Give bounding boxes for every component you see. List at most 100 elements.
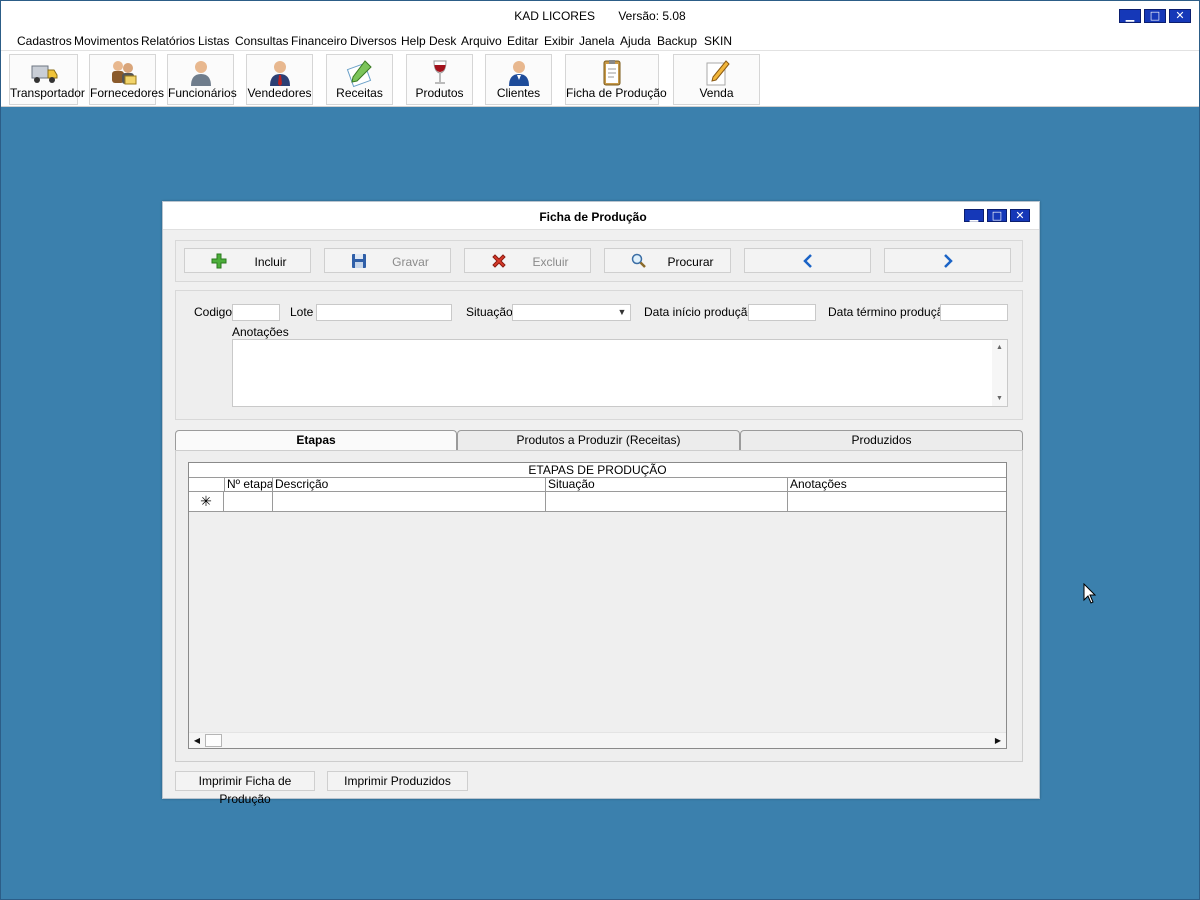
lote-label: Lote [290, 305, 314, 319]
incluir-label: Incluir [254, 255, 287, 269]
lote-field[interactable] [316, 304, 452, 321]
app-window-controls: ▁ □ ✕ [1119, 9, 1191, 23]
menu-diversos[interactable]: Diversos [350, 34, 397, 48]
menu-arquivo[interactable]: Arquivo [461, 34, 502, 48]
cell-anotacoes[interactable] [788, 492, 1006, 511]
column-header-descricao[interactable]: Descrição [273, 478, 546, 492]
data-termino-field[interactable] [940, 304, 1008, 321]
toolbar-funcionarios-button[interactable]: Funcionários [167, 54, 237, 105]
tab-produzidos[interactable]: Produzidos [740, 430, 1023, 450]
app-close-button[interactable]: ✕ [1169, 9, 1191, 23]
search-icon [631, 253, 646, 268]
previous-record-button[interactable] [744, 248, 871, 273]
column-header-situacao[interactable]: Situação [546, 478, 788, 492]
menu-help-desk[interactable]: Help Desk [401, 34, 456, 48]
app-version: Versão: 5.08 [618, 9, 686, 23]
excluir-button[interactable]: Excluir [464, 248, 591, 273]
scroll-up-icon[interactable]: ▲ [992, 344, 1007, 351]
plus-icon [211, 253, 227, 269]
grid-caption: ETAPAS DE PRODUÇÃO [189, 463, 1006, 478]
wine-glass-icon [432, 60, 447, 84]
etapas-tab-content: ETAPAS DE PRODUÇÃO Nº etapa Descrição Si… [175, 450, 1023, 762]
menu-exibir[interactable]: Exibir [544, 34, 574, 48]
codigo-field[interactable] [232, 304, 280, 321]
etapas-grid[interactable]: ETAPAS DE PRODUÇÃO Nº etapa Descrição Si… [188, 462, 1007, 749]
excluir-label: Excluir [532, 255, 569, 269]
print-produzidos-button[interactable]: Imprimir Produzidos [327, 771, 468, 791]
situacao-combo[interactable]: ▼ [512, 304, 631, 321]
menu-relatorios[interactable]: Relatórios [141, 34, 195, 48]
child-title-bar: Ficha de Produção ▁ □ ✕ [163, 202, 1039, 230]
menu-bar: Cadastros Movimentos Relatórios Listas C… [1, 31, 1199, 51]
tab-etapas[interactable]: Etapas [175, 430, 457, 451]
menu-janela[interactable]: Janela [579, 34, 614, 48]
toolbar-transportador-button[interactable]: Transportador [9, 54, 85, 105]
scroll-down-icon[interactable]: ▼ [992, 395, 1007, 402]
data-inicio-label: Data início produção [644, 305, 755, 319]
menu-cadastros[interactable]: Cadastros [17, 34, 72, 48]
chevron-down-icon[interactable]: ▼ [615, 306, 629, 319]
toolbar-venda-button[interactable]: Venda [673, 54, 760, 105]
child-close-button[interactable]: ✕ [1010, 209, 1030, 222]
toolbar-label: Vendedores [247, 86, 312, 100]
app-title-bar: KAD LICORES Versão: 5.08 ▁ □ ✕ [1, 1, 1199, 31]
cell-situacao[interactable] [546, 492, 788, 511]
delete-x-icon [492, 254, 506, 268]
incluir-button[interactable]: Incluir [184, 248, 311, 273]
menu-consultas[interactable]: Consultas [235, 34, 288, 48]
toolbar-label: Receitas [336, 86, 383, 100]
toolbar-label: Clientes [496, 86, 541, 100]
menu-movimentos[interactable]: Movimentos [74, 34, 139, 48]
action-panel: Incluir Gravar Excluir Procurar [175, 240, 1023, 282]
toolbar-label: Venda [699, 86, 734, 100]
cell-descricao[interactable] [273, 492, 546, 511]
menu-financeiro[interactable]: Financeiro [291, 34, 347, 48]
gravar-button[interactable]: Gravar [324, 248, 451, 273]
employee-icon [190, 61, 211, 86]
column-header-anotacoes[interactable]: Anotações [788, 478, 1006, 492]
suppliers-icon [111, 61, 136, 85]
anotacoes-scrollbar[interactable]: ▲ ▼ [992, 340, 1007, 406]
child-window-title: Ficha de Produção [539, 210, 647, 224]
menu-editar[interactable]: Editar [507, 34, 538, 48]
codigo-label: Codigo [194, 305, 233, 319]
toolbar-receitas-button[interactable]: Receitas [326, 54, 393, 105]
toolbar-vendedores-button[interactable]: Vendedores [246, 54, 313, 105]
chevron-left-icon [802, 254, 812, 268]
print-ficha-button[interactable]: Imprimir Ficha de Produção [175, 771, 315, 806]
app-maximize-button[interactable]: □ [1144, 9, 1166, 23]
seller-icon [269, 61, 290, 86]
toolbar-ficha-producao-button[interactable]: Ficha de Produção [565, 54, 667, 105]
child-minimize-button[interactable]: ▁ [964, 209, 984, 222]
anotacoes-textarea[interactable]: ▲ ▼ [232, 339, 1008, 407]
app-minimize-button[interactable]: ▁ [1119, 9, 1141, 23]
grid-new-row[interactable]: ✳ [189, 492, 1006, 512]
toolbar-produtos-button[interactable]: Produtos [406, 54, 473, 105]
procurar-button[interactable]: Procurar [604, 248, 731, 273]
toolbar-fornecedores-button[interactable]: Fornecedores [89, 54, 164, 105]
next-record-button[interactable] [884, 248, 1011, 273]
menu-ajuda[interactable]: Ajuda [620, 34, 651, 48]
scroll-right-icon[interactable]: ▶ [992, 735, 1004, 747]
gravar-label: Gravar [392, 255, 429, 269]
tab-produtos-a-produzir[interactable]: Produtos a Produzir (Receitas) [457, 430, 740, 450]
grid-horizontal-scrollbar[interactable]: ◀ ▶ [189, 732, 1006, 748]
scroll-left-icon[interactable]: ◀ [191, 735, 203, 747]
chevron-right-icon [943, 254, 953, 268]
new-row-indicator-icon: ✳ [189, 492, 224, 511]
scrollbar-thumb[interactable] [205, 734, 222, 747]
toolbar-clientes-button[interactable]: Clientes [485, 54, 552, 105]
menu-listas[interactable]: Listas [198, 34, 229, 48]
data-inicio-field[interactable] [748, 304, 816, 321]
grid-header-row: Nº etapa Descrição Situação Anotações [189, 478, 1006, 492]
main-toolbar: Transportador Fornecedores Funcionários … [1, 51, 1199, 107]
column-header-n-etapa[interactable]: Nº etapa [225, 478, 273, 492]
menu-skin[interactable]: SKIN [704, 34, 732, 48]
anotacoes-label: Anotações [232, 325, 289, 339]
grid-header-indicator [189, 478, 225, 492]
cell-n-etapa[interactable] [225, 492, 273, 511]
procurar-label: Procurar [667, 255, 714, 269]
mouse-cursor-icon [1083, 583, 1097, 604]
child-maximize-button[interactable]: □ [987, 209, 1007, 222]
menu-backup[interactable]: Backup [657, 34, 697, 48]
